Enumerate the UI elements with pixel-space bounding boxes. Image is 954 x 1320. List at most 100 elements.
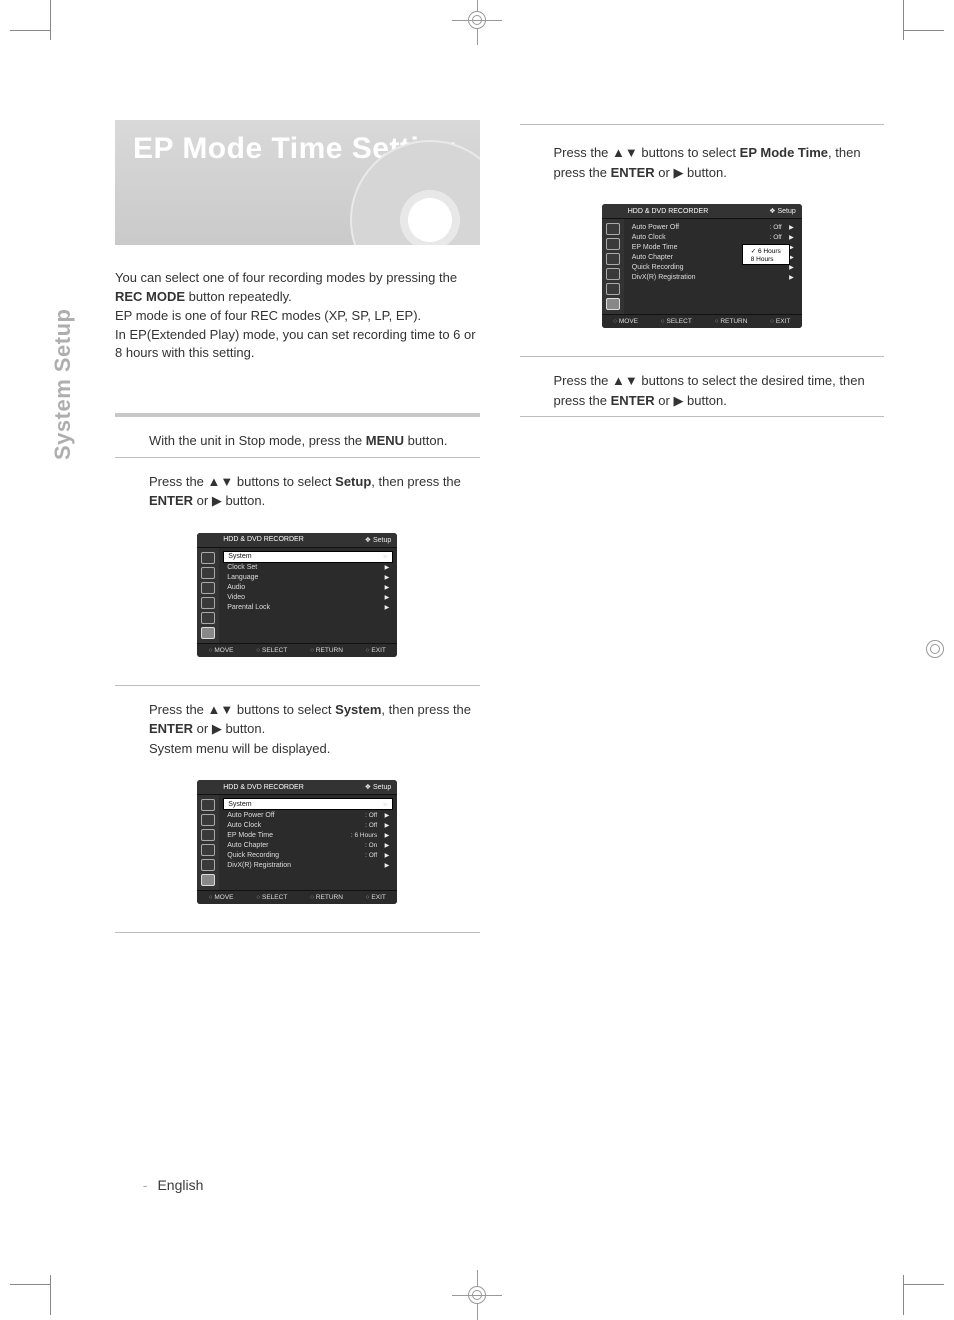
osd-icon-video-icon <box>201 799 215 811</box>
step-5: 5 Press the ▲▼ buttons to select the des… <box>520 371 885 417</box>
osd-foot-item: MOVE <box>209 894 234 901</box>
step-bold: EP Mode Time <box>740 145 828 160</box>
divider <box>520 124 885 125</box>
osd-foot-item: SELECT <box>661 318 692 325</box>
osd-row: Auto Clock: Off▶ <box>223 820 393 830</box>
step-bold: ENTER <box>149 721 193 736</box>
footer-language: English <box>157 1177 203 1193</box>
osd-row: System▶ <box>223 551 393 563</box>
step-bold: Setup <box>335 474 371 489</box>
osd-row: DivX(R) Registration▶ <box>628 272 798 282</box>
osd-icon-rail <box>197 548 219 643</box>
osd-icon-library-icon <box>201 567 215 579</box>
crop-corner <box>50 0 51 40</box>
osd-submenu-item: 8 Hours <box>743 255 789 263</box>
intro-text: In EP(Extended Play) mode, you can set r… <box>115 327 476 361</box>
osd-crumb: ❖ Setup <box>769 207 796 215</box>
divider <box>115 413 480 417</box>
osd-title: HDD & DVD RECORDER <box>628 208 709 215</box>
crop-corner <box>903 1275 904 1315</box>
step-text: , then press the <box>371 474 461 489</box>
intro-paragraph: You can select one of four recording mod… <box>115 269 480 363</box>
osd-footer: MOVESELECTRETURNEXIT <box>197 890 397 904</box>
footer-dash: - <box>143 1177 148 1193</box>
osd-icon-music-icon <box>201 582 215 594</box>
crop-mark-right <box>926 649 944 667</box>
step-number: 5 <box>520 365 534 404</box>
osd-screenshot-system: HDD & DVD RECORDER ❖ Setup System▶Auto P… <box>197 780 397 904</box>
osd-title: HDD & DVD RECORDER <box>223 536 304 543</box>
osd-screenshot-setup: HDD & DVD RECORDER ❖ Setup System▶Clock … <box>197 533 397 657</box>
osd-title: HDD & DVD RECORDER <box>223 784 304 791</box>
step-text: or ▶ button. <box>655 393 727 408</box>
osd-icon-video-icon <box>606 223 620 235</box>
intro-bold: REC MODE <box>115 289 185 304</box>
osd-icon-disc-icon <box>606 283 620 295</box>
step-bold: ENTER <box>149 493 193 508</box>
osd-icon-photo-icon <box>201 844 215 856</box>
osd-foot-item: MOVE <box>613 318 638 325</box>
page-number: 40 <box>115 1177 133 1195</box>
osd-icon-setup-icon <box>201 874 215 886</box>
step-number: 4 <box>520 137 534 176</box>
osd-row: Auto Chapter: On▶ <box>223 840 393 850</box>
osd-foot-item: SELECT <box>256 647 287 654</box>
osd-footer: MOVE SELECT RETURN EXIT <box>197 643 397 657</box>
step-text: , then press the <box>381 702 471 717</box>
section-tab: System Setup <box>50 309 76 461</box>
osd-menu-list: System▶Auto Power Off: Off▶Auto Clock: O… <box>219 795 397 890</box>
osd-foot-item: RETURN <box>310 894 343 901</box>
step-4: 4 Press the ▲▼ buttons to select EP Mode… <box>520 143 885 188</box>
osd-crumb: ❖ Setup <box>365 783 392 791</box>
osd-foot-item: MOVE <box>209 647 234 654</box>
intro-text: button repeatedly. <box>185 289 292 304</box>
step-bold: ENTER <box>611 393 655 408</box>
step-number: 2 <box>115 466 129 505</box>
osd-footer: MOVESELECTRETURNEXIT <box>602 314 802 328</box>
osd-row: Video▶ <box>223 593 393 603</box>
crop-mark-bottom <box>452 1270 502 1320</box>
osd-icon-music-icon <box>201 829 215 841</box>
osd-icon-rail <box>602 219 624 314</box>
step-number: 1 <box>115 425 129 464</box>
step-text: button. <box>404 433 447 448</box>
step-text: or ▶ button. <box>193 721 265 736</box>
osd-row: Auto Clock: Off▶ <box>628 232 798 242</box>
osd-screenshot-epmode: HDD & DVD RECORDER ❖ Setup Auto Power Of… <box>602 204 802 328</box>
osd-icon-library-icon <box>606 238 620 250</box>
osd-icon-setup-icon <box>606 298 620 310</box>
step-bold: MENU <box>366 433 404 448</box>
step-text: System menu will be displayed. <box>149 741 330 756</box>
osd-icon-library-icon <box>201 814 215 826</box>
crop-corner <box>904 1284 944 1285</box>
crop-corner <box>10 30 50 31</box>
osd-icon-photo-icon <box>606 268 620 280</box>
step-text: Press the ▲▼ buttons to select <box>149 474 335 489</box>
crop-corner <box>50 1275 51 1315</box>
osd-crumb: ❖ Setup <box>365 536 392 544</box>
step-text: With the unit in Stop mode, press the <box>149 433 366 448</box>
osd-submenu-item: 6 Hours <box>743 246 789 255</box>
step-number: 3 <box>115 694 129 733</box>
osd-row: Clock Set▶ <box>223 563 393 573</box>
step-text: Press the ▲▼ buttons to select <box>149 702 335 717</box>
osd-icon-music-icon <box>606 253 620 265</box>
osd-foot-item: RETURN <box>310 647 343 654</box>
osd-row: Language▶ <box>223 573 393 583</box>
osd-row: Parental Lock▶ <box>223 603 393 613</box>
osd-icon-rail <box>197 795 219 890</box>
osd-row: EP Mode Time: 6 Hours▶ <box>223 830 393 840</box>
step-3: 3 Press the ▲▼ buttons to select System,… <box>115 700 480 765</box>
osd-menu-list: System▶Clock Set▶Language▶Audio▶Video▶Pa… <box>219 548 397 643</box>
intro-text: EP mode is one of four REC modes (XP, SP… <box>115 308 421 323</box>
osd-row: Auto Power Off: Off▶ <box>628 222 798 232</box>
osd-row: DivX(R) Registration▶ <box>223 860 393 870</box>
page-footer: 40 - English <box>115 1177 203 1195</box>
osd-submenu: 6 Hours8 Hours <box>742 244 790 265</box>
osd-icon-disc-icon <box>201 612 215 624</box>
osd-foot-item: RETURN <box>715 318 748 325</box>
osd-row: Auto Power Off: Off▶ <box>223 810 393 820</box>
osd-foot-item: SELECT <box>256 894 287 901</box>
osd-foot-item: EXIT <box>366 647 386 654</box>
osd-menu-list: Auto Power Off: Off▶Auto Clock: Off▶EP M… <box>624 219 802 314</box>
